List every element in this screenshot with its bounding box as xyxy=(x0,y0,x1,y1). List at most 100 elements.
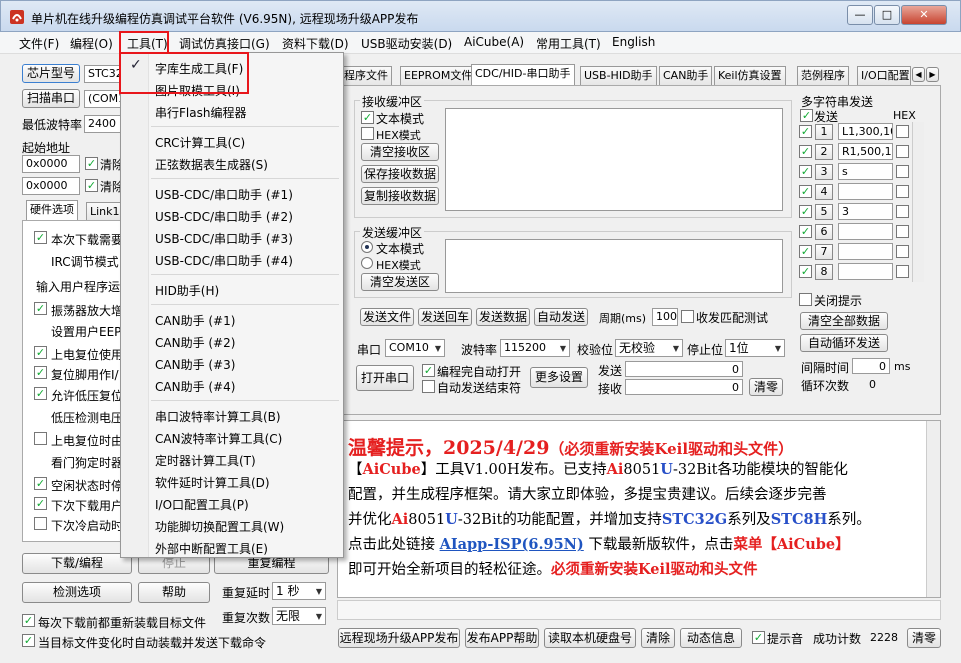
chip-model-select[interactable]: STC32 xyxy=(84,65,124,83)
row8-field[interactable] xyxy=(838,263,893,280)
menu-item-usb-cdc-4[interactable]: USB-CDC/串口助手 (#4) xyxy=(155,252,293,269)
option-checkbox-10[interactable] xyxy=(34,432,47,445)
tab-program-file[interactable]: 程序文件 xyxy=(340,66,392,85)
baud-dropdown[interactable]: 115200 xyxy=(500,339,570,357)
auto-send-button[interactable]: 自动发送 xyxy=(534,308,588,326)
row5-send-button[interactable]: 5 xyxy=(815,204,833,220)
menu-item-usb-cdc-3[interactable]: USB-CDC/串口助手 (#3) xyxy=(155,230,293,247)
copy-receive-button[interactable]: 复制接收数据 xyxy=(361,187,439,205)
tab-io-config[interactable]: I/O口配置 xyxy=(857,66,911,85)
row1-checkbox[interactable]: ✓ xyxy=(799,125,812,138)
send-data-button[interactable]: 发送数据 xyxy=(476,308,530,326)
menu-file[interactable]: 文件(F) xyxy=(19,35,59,52)
menu-item-can-2[interactable]: CAN助手 (#2) xyxy=(155,334,235,351)
multi-send-checkbox[interactable]: ✓ xyxy=(800,109,813,122)
row4-field[interactable] xyxy=(838,183,893,200)
row6-send-button[interactable]: 6 xyxy=(815,224,833,240)
dynamic-info-button[interactable]: 动态信息 xyxy=(680,628,742,648)
remote-upgrade-button[interactable]: 远程现场升级APP发布 xyxy=(338,628,460,648)
stop-bit-dropdown[interactable]: 1位 xyxy=(725,339,785,357)
tab-keil-simulation[interactable]: Keil仿真设置 xyxy=(714,66,786,85)
option-checkbox-4[interactable]: ✓ xyxy=(34,302,47,315)
menu-item-can-3[interactable]: CAN助手 (#3) xyxy=(155,356,235,373)
clear-button[interactable]: 清除 xyxy=(641,628,675,648)
clear-checkbox-1[interactable]: ✓ xyxy=(85,157,98,170)
row6-checkbox[interactable]: ✓ xyxy=(799,225,812,238)
row5-field[interactable]: 3 xyxy=(838,203,893,220)
send-text-mode-radio[interactable] xyxy=(361,241,373,253)
row5-checkbox[interactable]: ✓ xyxy=(799,205,812,218)
menu-item-ext-interrupt[interactable]: 外部中断配置工具(E) xyxy=(155,540,268,557)
menu-download[interactable]: 资料下载(D) xyxy=(282,35,349,52)
row7-checkbox[interactable]: ✓ xyxy=(799,245,812,258)
row1-hex-checkbox[interactable] xyxy=(896,125,909,138)
start-address-field-1[interactable]: 0x0000 xyxy=(22,155,80,173)
tab-example-programs[interactable]: 范例程序 xyxy=(797,66,849,85)
recv-hex-mode-checkbox[interactable] xyxy=(361,127,374,140)
download-link[interactable]: AIapp-ISP(6.95N) xyxy=(440,536,584,553)
auto-end-checkbox[interactable] xyxy=(422,380,435,393)
close-button[interactable]: ✕ xyxy=(901,5,947,25)
parity-dropdown[interactable]: 无校验 xyxy=(615,339,683,357)
chip-model-button[interactable]: 芯片型号 xyxy=(22,64,80,83)
row7-hex-checkbox[interactable] xyxy=(896,245,909,258)
menu-item-io-config[interactable]: I/O口配置工具(P) xyxy=(155,496,249,513)
tab-can-helper[interactable]: CAN助手 xyxy=(659,66,713,85)
menu-item-delay-calc[interactable]: 软件延时计算工具(D) xyxy=(155,474,270,491)
row8-send-button[interactable]: 8 xyxy=(815,264,833,280)
row2-field[interactable]: R1,500,10 xyxy=(838,143,893,160)
interval-field[interactable]: 0 xyxy=(852,358,890,374)
aicube-menu-link[interactable]: AiCube xyxy=(777,536,835,553)
menu-item-can-1[interactable]: CAN助手 (#1) xyxy=(155,312,235,329)
download-program-button[interactable]: 下载/编程 xyxy=(22,553,132,574)
tab-eeprom-file[interactable]: EEPROM文件 xyxy=(400,66,477,85)
option-checkbox-12[interactable]: ✓ xyxy=(34,477,47,490)
scan-port-button[interactable]: 扫描串口 xyxy=(22,89,80,108)
menu-aicube[interactable]: AiCube(A) xyxy=(464,35,524,49)
port-select[interactable]: (COM10 xyxy=(84,90,124,108)
clear-receive-button[interactable]: 清空接收区 xyxy=(361,143,439,161)
save-receive-button[interactable]: 保存接收数据 xyxy=(361,165,439,183)
maximize-button[interactable]: □ xyxy=(874,5,900,25)
clear-all-data-button[interactable]: 清空全部数据 xyxy=(800,312,888,330)
row1-field[interactable]: L1,300,10 xyxy=(838,123,893,140)
receive-textarea[interactable] xyxy=(445,108,783,211)
auto-loop-send-button[interactable]: 自动循环发送 xyxy=(800,334,888,352)
tab-usb-hid[interactable]: USB-HID助手 xyxy=(580,66,657,85)
row3-hex-checkbox[interactable] xyxy=(896,165,909,178)
row3-send-button[interactable]: 3 xyxy=(815,164,833,180)
open-port-button[interactable]: 打开串口 xyxy=(356,365,414,391)
menu-item-usb-cdc-2[interactable]: USB-CDC/串口助手 (#2) xyxy=(155,208,293,225)
tab-hardware-options[interactable]: 硬件选项 xyxy=(26,200,78,220)
send-file-button[interactable]: 发送文件 xyxy=(360,308,414,326)
row8-checkbox[interactable]: ✓ xyxy=(799,265,812,278)
option-checkbox-6[interactable]: ✓ xyxy=(34,346,47,359)
multi-send-scrollbar[interactable] xyxy=(912,122,924,282)
row7-field[interactable] xyxy=(838,243,893,260)
row2-hex-checkbox[interactable] xyxy=(896,145,909,158)
auto-load-checkbox[interactable]: ✓ xyxy=(22,634,35,647)
repeat-delay-select[interactable]: 1 秒 xyxy=(272,582,326,600)
tab-scroll-right-icon[interactable]: ▶ xyxy=(926,67,939,82)
row4-send-button[interactable]: 4 xyxy=(815,184,833,200)
announcement-scrollbar[interactable] xyxy=(926,421,940,597)
option-checkbox-1[interactable]: ✓ xyxy=(34,231,47,244)
menu-item-hid-helper[interactable]: HID助手(H) xyxy=(155,282,219,299)
option-checkbox-14[interactable] xyxy=(34,517,47,530)
row6-hex-checkbox[interactable] xyxy=(896,225,909,238)
menu-item-timer-calc[interactable]: 定时器计算工具(T) xyxy=(155,452,256,469)
send-textarea[interactable] xyxy=(445,239,783,293)
clear-send-button[interactable]: 清空发送区 xyxy=(361,273,439,291)
option-checkbox-13[interactable]: ✓ xyxy=(34,497,47,510)
clear-count-button[interactable]: 清零 xyxy=(749,378,783,396)
row7-send-button[interactable]: 7 xyxy=(815,244,833,260)
menu-usb-driver[interactable]: USB驱动安装(D) xyxy=(361,35,452,52)
loop-count-field[interactable]: 0 xyxy=(852,376,890,392)
publish-help-button[interactable]: 发布APP帮助 xyxy=(465,628,539,648)
row8-hex-checkbox[interactable] xyxy=(896,265,909,278)
menu-program[interactable]: 编程(O) xyxy=(70,35,113,52)
row4-hex-checkbox[interactable] xyxy=(896,185,909,198)
menu-item-pin-switch[interactable]: 功能脚切换配置工具(W) xyxy=(155,518,284,535)
repeat-count-select[interactable]: 无限 xyxy=(272,607,326,625)
minimize-button[interactable]: — xyxy=(847,5,873,25)
